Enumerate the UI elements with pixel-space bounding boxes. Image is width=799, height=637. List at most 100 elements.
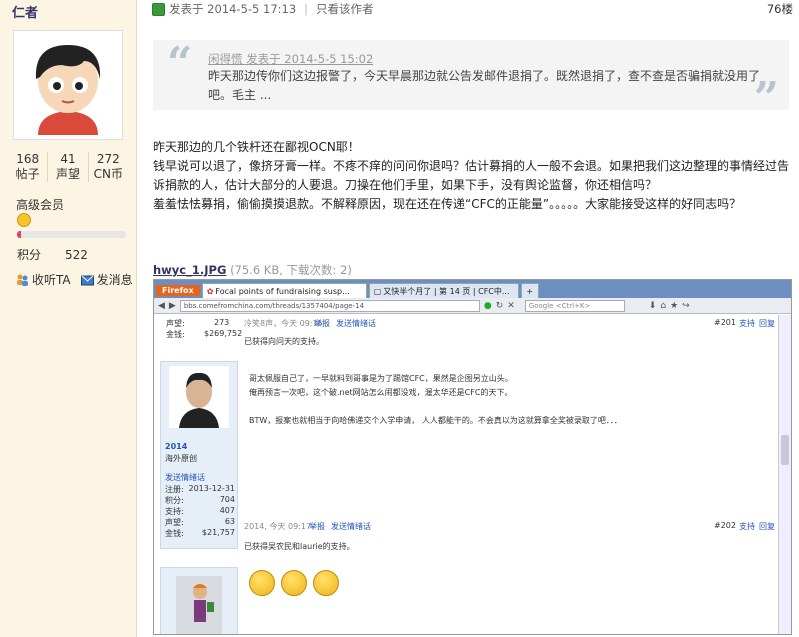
card-user-title: 海外原创 xyxy=(165,454,197,463)
post-time: 发表于 2014-5-5 17:13 xyxy=(169,2,297,16)
r1-money: $269,752 xyxy=(204,329,243,338)
r1-send: 发送情绪话 xyxy=(336,319,376,328)
card-sup: 407 xyxy=(219,506,235,515)
back-icon: ◀ xyxy=(158,300,165,311)
r1-date: 冷笑8声，今天 09:15 xyxy=(244,319,323,328)
level-smiley-icon xyxy=(17,213,31,227)
post-icon xyxy=(152,2,165,16)
r2-send: 发送情绪话 xyxy=(331,522,371,531)
r1-rep: 273 xyxy=(214,318,230,327)
floor-number[interactable]: 76楼 xyxy=(767,1,793,17)
tab-favicon-icon: ✿ xyxy=(206,286,214,296)
r2-report: 举报 xyxy=(309,522,325,531)
card-pts-label: 积分: xyxy=(165,496,184,505)
smiley-icon xyxy=(313,570,339,596)
listen-button[interactable]: 收听TA xyxy=(16,271,71,288)
avatar[interactable] xyxy=(13,30,123,140)
forward-icon: ▶ xyxy=(168,300,176,311)
bookmark-icon: ★ xyxy=(670,300,679,311)
body-line: 羞羞怯怯募捐，偷偷摸摸退款。不解释原因，现在还在传递“CFC的正能量”。。。。。… xyxy=(153,197,742,211)
r2-floor: #202 xyxy=(714,521,736,530)
browser-url: bbs.comefromchina.com/threads/1357404/pa… xyxy=(179,299,480,312)
refresh-icon: ↻ xyxy=(495,300,504,311)
r1-floor: #201 xyxy=(714,318,736,327)
header-separator: | xyxy=(304,2,309,16)
reply-line: BTW，报案也就相当于向哈佛递交个入学申请， 人人都能干的。不会真以为这就算拿全… xyxy=(249,416,622,425)
card-money-label: 金钱: xyxy=(165,529,184,538)
user-sidebar: 仁者 168 帖子 41 声望 272 CN币 高级会员 积分 522 收听TA… xyxy=(0,0,137,637)
new-tab-icon: + xyxy=(520,283,539,298)
firefox-logo: Firefox xyxy=(156,285,200,296)
r1-got: 已获得向问天的支持。 xyxy=(244,337,324,346)
quote-text: 昨天那边传你们这边报警了，今天早晨那边就公告发邮件退捐了。既然退捐了，查不查是否… xyxy=(208,69,761,102)
points-value: 522 xyxy=(65,248,88,262)
user-photo xyxy=(169,366,229,428)
post-body: 昨天那边的几个铁杆还在鄙视OCN耶！ 钱早说可以退了，像挤牙膏一样。不疼不痒的问… xyxy=(153,138,793,214)
scroll-thumb xyxy=(781,435,789,465)
user-actions: 收听TA 发消息 xyxy=(16,271,133,288)
card-user-send: 发送情绪话 xyxy=(165,473,205,482)
message-button[interactable]: 发消息 xyxy=(80,271,133,288)
user-points: 积分 522 xyxy=(17,246,88,263)
quote-author[interactable]: 闲得慌 发表于 2014-5-5 15:02 xyxy=(208,51,373,67)
forum-content: 声望: 273 金钱: $269,752 冷笑8声，今天 09:15 举报 发送… xyxy=(154,315,779,634)
level-progress-fill xyxy=(17,231,22,238)
r2-reply: 回复 xyxy=(759,522,775,531)
browser-tab: ▢ 又快半个月了 | 第 14 页 | CFC中... xyxy=(368,283,519,298)
card-money: $21,757 xyxy=(201,528,235,537)
card-rep: 63 xyxy=(224,517,235,526)
reply-line: 俺再预言一次吧，这个破.net网站怎么闹都没戏，渥太华还是CFC的天下。 xyxy=(249,388,513,397)
download-icon: ⬇ xyxy=(648,300,657,311)
r2-date: 2014, 今天 09:17 xyxy=(244,522,312,531)
points-label: 积分 xyxy=(17,248,42,262)
user-card: 2014 海外原创 发送情绪话 注册: 2013-12-31 积分: 704 支… xyxy=(160,361,238,549)
share-icon: ↪ xyxy=(682,300,690,311)
card-rep-label: 声望: xyxy=(165,518,184,527)
attachment: hwyc_1.JPG (75.6 KB, 下载次数: 2) xyxy=(153,262,352,278)
user-card xyxy=(160,567,238,634)
r2-support: 支持 xyxy=(739,522,755,531)
card-reg: 2013-12-31 xyxy=(188,484,236,493)
tab-favicon-icon: ▢ xyxy=(373,286,382,296)
users-icon xyxy=(17,274,28,286)
browser-tabbar: Firefox ✿ Focal points of fundraising sus… xyxy=(154,280,791,298)
reply-line: 哥太佩服自己了，一早就料到哥事是为了踢馆CFC，果然是企图另立山头。 xyxy=(249,374,513,383)
stat-posts[interactable]: 168 帖子 xyxy=(8,152,49,182)
browser-tab: ✿ Focal points of fundraising susp... xyxy=(201,283,367,298)
quote-close-icon: ” xyxy=(753,73,779,124)
browser-navbar: ◀ ▶ bbs.comefromchina.com/threads/135740… xyxy=(154,298,791,314)
smiley-icon xyxy=(249,570,275,596)
user-photo xyxy=(176,576,222,634)
post-main: 发表于 2014-5-5 17:13 | 只看该作者 76楼 “ 闲得慌 发表于… xyxy=(138,0,799,637)
quote-open-icon: “ xyxy=(167,38,193,89)
card-user-name: 2014 xyxy=(165,442,188,451)
card-sup-label: 支持: xyxy=(165,507,184,516)
go-icon: ● xyxy=(483,300,492,311)
attachment-filename[interactable]: hwyc_1.JPG xyxy=(153,263,226,277)
post-header: 发表于 2014-5-5 17:13 | 只看该作者 xyxy=(152,0,799,18)
stat-coins[interactable]: 272 CN币 xyxy=(89,152,128,182)
level-progress-bar xyxy=(17,231,126,238)
card-pts: 704 xyxy=(219,495,235,504)
r1-support: 支持 xyxy=(739,319,755,328)
user-stats: 168 帖子 41 声望 272 CN币 xyxy=(8,152,128,182)
r1-reply: 回复 xyxy=(759,319,775,328)
quote-block: “ 闲得慌 发表于 2014-5-5 15:02 昨天那边传你们这边报警了，今天… xyxy=(153,38,789,124)
user-level[interactable]: 高级会员 xyxy=(16,196,64,213)
r1-report: 举报 xyxy=(314,319,330,328)
card-reg-label: 注册: xyxy=(165,485,184,494)
body-line: 昨天那边的几个铁杆还在鄙视OCN耶！ xyxy=(153,140,360,154)
avatar-image xyxy=(18,35,118,135)
browser-search: Google <Ctrl+K> xyxy=(524,299,625,312)
message-icon xyxy=(80,275,94,285)
attachment-image[interactable]: Firefox ✿ Focal points of fundraising sus… xyxy=(153,279,792,635)
attachment-meta: (75.6 KB, 下载次数: 2) xyxy=(230,263,352,277)
close-icon: ✕ xyxy=(507,300,515,311)
stat-reputation[interactable]: 41 声望 xyxy=(48,152,89,182)
body-line: 钱早说可以退了，像挤牙膏一样。不疼不痒的问问你退吗？估计募捐的人一般不会退。如果… xyxy=(153,159,790,192)
browser-scrollbar xyxy=(778,315,791,634)
r2-got: 已获得吴农民和laurie的支持。 xyxy=(244,542,355,551)
smiley-icon xyxy=(281,570,307,596)
username[interactable]: 仁者 xyxy=(12,2,38,21)
author-only-link[interactable]: 只看该作者 xyxy=(316,1,374,17)
